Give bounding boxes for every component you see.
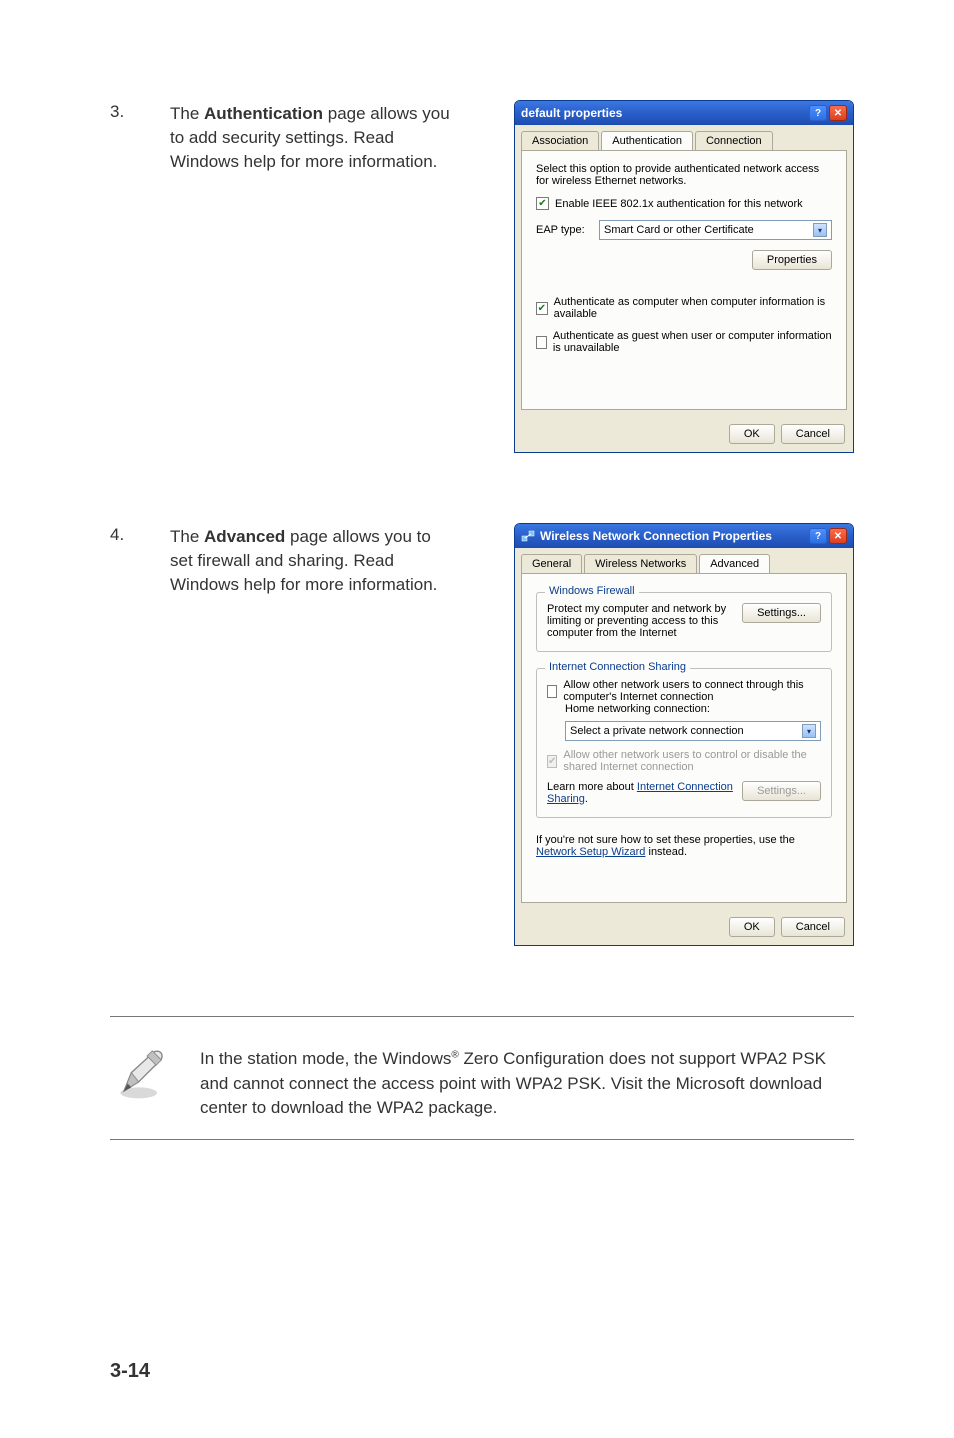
tab-body: Select this option to provide authentica… — [521, 150, 847, 410]
tabs: General Wireless Networks Advanced — [515, 548, 853, 573]
step-4-text: The Advanced page allows you to set fire… — [170, 523, 450, 596]
eap-label: EAP type: — [536, 224, 591, 236]
connection-icon — [521, 529, 535, 543]
titlebar: default properties ? ✕ — [515, 101, 853, 125]
tab-advanced[interactable]: Advanced — [699, 554, 770, 573]
row-enable-8021x: ✔ Enable IEEE 802.1x authentication for … — [536, 197, 832, 210]
checkbox-icon[interactable]: ✔ — [536, 197, 549, 210]
checkbox-label: Allow other network users to control or … — [563, 749, 821, 773]
text: If you're not sure how to set these prop… — [536, 834, 795, 846]
tabs: Association Authentication Connection — [515, 125, 853, 150]
registered-mark: ® — [451, 1049, 458, 1060]
tab-general[interactable]: General — [521, 554, 582, 573]
text-bold: Authentication — [204, 104, 323, 123]
text: The — [170, 527, 204, 546]
step-4-image: Wireless Network Connection Properties ?… — [480, 523, 854, 946]
step-3-image: default properties ? ✕ Association Authe… — [480, 100, 854, 453]
help-icon[interactable]: ? — [809, 528, 827, 544]
properties-button[interactable]: Properties — [752, 250, 832, 270]
close-icon[interactable]: ✕ — [829, 528, 847, 544]
checkbox-icon[interactable]: ✔ — [536, 336, 547, 349]
step-3-text: The Authentication page allows you to ad… — [170, 100, 450, 173]
text: The — [170, 104, 204, 123]
group-title: Windows Firewall — [545, 585, 639, 597]
select-value: Smart Card or other Certificate — [604, 224, 754, 236]
note-text: In the station mode, the Windows® Zero C… — [200, 1047, 854, 1121]
step-number: 3. — [110, 100, 140, 122]
select-value: Select a private network connection — [570, 725, 744, 737]
cancel-button[interactable]: Cancel — [781, 424, 845, 444]
wireless-connection-properties-dialog: Wireless Network Connection Properties ?… — [514, 523, 854, 946]
learn-more-text: Learn more about Internet Connection Sha… — [547, 781, 734, 805]
step-3: 3. The Authentication page allows you to… — [110, 100, 854, 453]
checkbox-label: Enable IEEE 802.1x authentication for th… — [555, 198, 803, 210]
dialog-title: Wireless Network Connection Properties — [540, 529, 809, 543]
divider — [110, 1139, 854, 1140]
eap-type-row: EAP type: Smart Card or other Certificat… — [536, 220, 832, 240]
dialog-title: default properties — [521, 106, 809, 120]
firewall-settings-button[interactable]: Settings... — [742, 603, 821, 623]
text: Learn more about — [547, 781, 637, 793]
tab-authentication[interactable]: Authentication — [601, 131, 693, 150]
step-4: 4. The Advanced page allows you to set f… — [110, 523, 854, 946]
windows-firewall-group: Windows Firewall Protect my computer and… — [536, 592, 832, 652]
text: In the station mode, the Windows — [200, 1049, 451, 1068]
row-auth-computer: ✔ Authenticate as computer when computer… — [536, 296, 832, 320]
ics-settings-button: Settings... — [742, 781, 821, 801]
text: instead. — [645, 846, 687, 858]
tab-wireless-networks[interactable]: Wireless Networks — [584, 554, 697, 573]
page-number: 3-14 — [110, 1360, 150, 1383]
ok-button[interactable]: OK — [729, 424, 775, 444]
firewall-description: Protect my computer and network by limit… — [547, 603, 734, 639]
chevron-down-icon: ▾ — [813, 223, 827, 237]
description: Select this option to provide authentica… — [536, 163, 832, 187]
text: . — [585, 793, 588, 805]
home-networking-label: Home networking connection: — [565, 703, 821, 715]
text-bold: Advanced — [204, 527, 285, 546]
tab-connection[interactable]: Connection — [695, 131, 773, 150]
network-setup-wizard-link[interactable]: Network Setup Wizard — [536, 846, 645, 858]
eap-type-select[interactable]: Smart Card or other Certificate ▾ — [599, 220, 832, 240]
dialog-footer: OK Cancel — [515, 909, 853, 945]
close-icon[interactable]: ✕ — [829, 105, 847, 121]
row-allow-connect: ✔ Allow other network users to connect t… — [547, 679, 821, 703]
divider — [110, 1016, 854, 1017]
note-pencil-icon — [113, 1047, 168, 1102]
cancel-button[interactable]: Cancel — [781, 917, 845, 937]
checkbox-icon: ✔ — [547, 755, 557, 768]
row-allow-control: ✔ Allow other network users to control o… — [547, 749, 821, 773]
checkbox-label: Authenticate as computer when computer i… — [554, 296, 832, 320]
home-networking-select[interactable]: Select a private network connection ▾ — [565, 721, 821, 741]
group-title: Internet Connection Sharing — [545, 661, 690, 673]
step-number: 4. — [110, 523, 140, 545]
ics-group: Internet Connection Sharing ✔ Allow othe… — [536, 668, 832, 818]
help-text: If you're not sure how to set these prop… — [536, 834, 832, 858]
checkbox-icon[interactable]: ✔ — [547, 685, 557, 698]
titlebar: Wireless Network Connection Properties ?… — [515, 524, 853, 548]
ok-button[interactable]: OK — [729, 917, 775, 937]
tab-body: Windows Firewall Protect my computer and… — [521, 573, 847, 903]
note: In the station mode, the Windows® Zero C… — [110, 1047, 854, 1121]
checkbox-label: Authenticate as guest when user or compu… — [553, 330, 832, 354]
checkbox-icon[interactable]: ✔ — [536, 302, 548, 315]
tab-association[interactable]: Association — [521, 131, 599, 150]
help-icon[interactable]: ? — [809, 105, 827, 121]
dialog-footer: OK Cancel — [515, 416, 853, 452]
chevron-down-icon: ▾ — [802, 724, 816, 738]
default-properties-dialog: default properties ? ✕ Association Authe… — [514, 100, 854, 453]
row-auth-guest: ✔ Authenticate as guest when user or com… — [536, 330, 832, 354]
checkbox-label: Allow other network users to connect thr… — [563, 679, 821, 703]
